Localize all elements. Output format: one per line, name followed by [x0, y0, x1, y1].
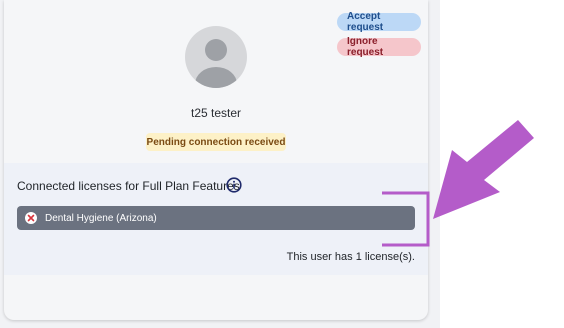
user-connection-card: Accept request Ignore request t25 tester…: [4, 0, 428, 320]
avatar: [185, 26, 247, 88]
accept-request-button[interactable]: Accept request: [337, 11, 421, 33]
ignore-request-button[interactable]: Ignore request: [337, 36, 421, 58]
status-badge: Pending connection received: [146, 133, 286, 151]
close-circle-icon[interactable]: [25, 212, 37, 224]
license-label: Dental Hygiene (Arizona): [45, 212, 157, 224]
info-icon[interactable]: [226, 177, 242, 193]
licenses-section: Connected licenses for Full Plan Feature…: [4, 163, 428, 275]
licenses-section-title: Connected licenses for Full Plan Feature…: [17, 179, 240, 193]
user-placeholder-icon: [195, 39, 237, 88]
license-count-text: This user has 1 license(s).: [286, 251, 415, 263]
page-background-right: [440, 0, 564, 328]
license-chip: Dental Hygiene (Arizona): [17, 206, 415, 230]
user-name: t25 tester: [190, 106, 242, 120]
